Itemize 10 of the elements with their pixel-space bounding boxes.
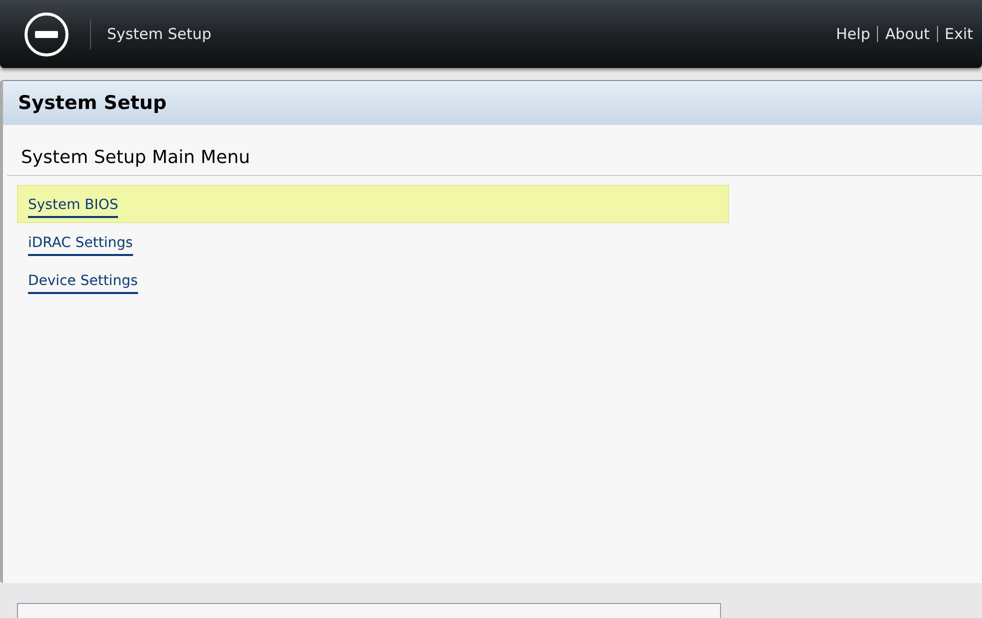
header-link[interactable]: About: [885, 25, 930, 43]
header-link[interactable]: Help: [836, 25, 870, 43]
header-link[interactable]: Exit: [944, 25, 973, 43]
menu-item[interactable]: Device Settings: [17, 261, 729, 299]
menu-heading: System Setup Main Menu: [7, 125, 982, 176]
logo-icon: [24, 12, 69, 56]
menu-item[interactable]: iDRAC Settings: [17, 223, 729, 261]
panel-title: System Setup: [3, 81, 982, 125]
app-title: System Setup: [107, 25, 212, 43]
menu-item[interactable]: System BIOS: [17, 185, 729, 223]
